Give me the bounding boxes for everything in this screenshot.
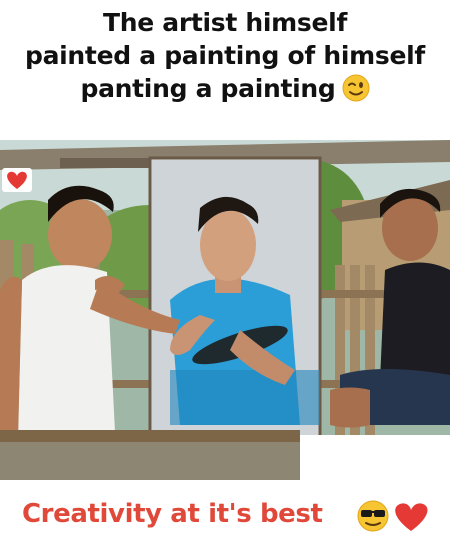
- caption-line-2: painted a painting of himself: [24, 41, 426, 70]
- heart-badge: [2, 168, 32, 192]
- winking-face-icon: [342, 74, 369, 102]
- caption-line-3: panting a painting: [80, 74, 336, 103]
- meme-photo: [0, 140, 450, 480]
- heart-icon: [7, 171, 27, 189]
- photo-mask: [300, 435, 450, 483]
- footer-emojis: [355, 498, 445, 534]
- sunglasses-face-icon: [357, 500, 389, 532]
- heart-icon: [395, 503, 428, 531]
- meme-caption: The artist himself painted a painting of…: [0, 6, 450, 105]
- caption-line-1: The artist himself: [102, 8, 348, 37]
- caption-line-3-wrap: panting a painting: [0, 72, 450, 105]
